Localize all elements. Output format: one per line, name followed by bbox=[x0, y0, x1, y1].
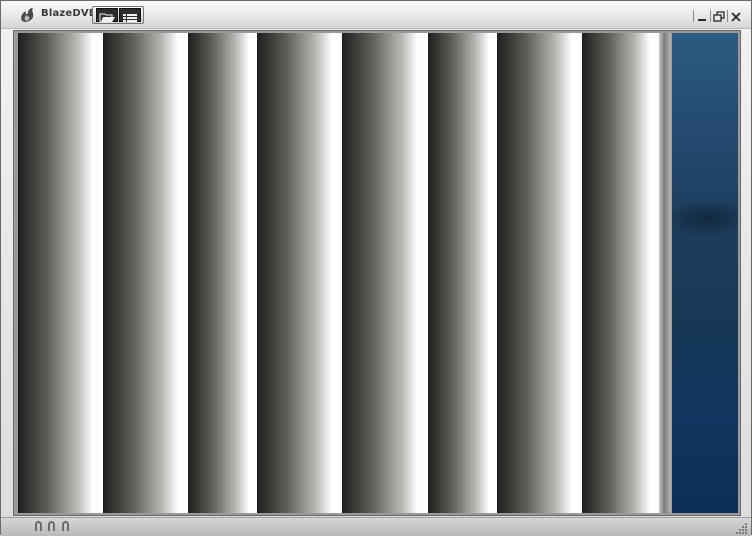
video-stripe bbox=[497, 33, 582, 513]
close-button[interactable] bbox=[729, 9, 743, 23]
video-stripe bbox=[582, 33, 659, 513]
title-bar[interactable]: BlazeDVD bbox=[1, 1, 751, 29]
video-stripe bbox=[188, 33, 257, 513]
resize-grip-icon[interactable] bbox=[736, 522, 748, 534]
blazedvd-logo-icon bbox=[21, 8, 34, 22]
open-folder-icon bbox=[99, 13, 115, 23]
open-file-button[interactable] bbox=[96, 8, 118, 23]
wallpaper-wave bbox=[672, 198, 738, 238]
minimize-button[interactable] bbox=[695, 9, 709, 23]
control-separator bbox=[710, 10, 711, 22]
status-indicator bbox=[35, 521, 42, 531]
toolbar-group bbox=[92, 6, 144, 24]
video-stripe bbox=[257, 33, 342, 513]
video-stripe bbox=[103, 33, 188, 513]
video-stripe bbox=[342, 33, 428, 513]
minimize-icon bbox=[698, 19, 706, 21]
panel-splitter[interactable] bbox=[659, 33, 671, 513]
status-indicator bbox=[48, 521, 55, 531]
app-name: BlazeDVD bbox=[41, 8, 98, 19]
status-indicator bbox=[62, 521, 69, 531]
window-controls bbox=[692, 9, 743, 23]
control-separator bbox=[693, 10, 694, 22]
playlist-button[interactable] bbox=[119, 8, 141, 22]
close-icon bbox=[731, 12, 741, 22]
player-window: BlazeDVD bbox=[0, 0, 752, 536]
desktop-background bbox=[672, 33, 738, 513]
status-bar bbox=[1, 517, 751, 536]
video-display[interactable] bbox=[18, 33, 659, 513]
video-stripe bbox=[428, 33, 497, 513]
restore-icon bbox=[713, 11, 725, 22]
playlist-icon bbox=[123, 14, 137, 22]
control-separator bbox=[727, 10, 728, 22]
video-stripe bbox=[18, 33, 103, 513]
restore-button[interactable] bbox=[712, 9, 726, 23]
